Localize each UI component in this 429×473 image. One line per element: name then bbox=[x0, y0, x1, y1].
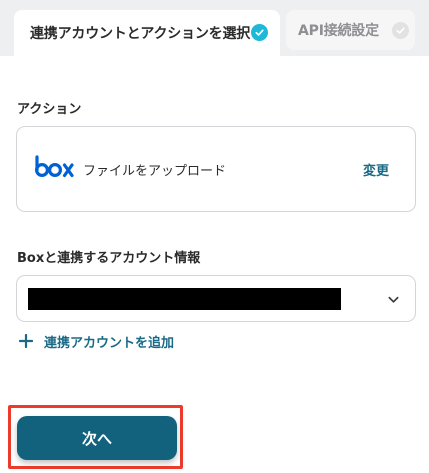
change-action-link[interactable]: 変更 bbox=[363, 160, 389, 179]
tab-api-settings[interactable]: API接続設定 bbox=[286, 10, 415, 50]
plus-icon bbox=[19, 334, 33, 348]
next-button[interactable]: 次へ bbox=[17, 416, 177, 460]
check-icon bbox=[392, 22, 409, 39]
add-account-button[interactable]: 連携アカウントを追加 bbox=[19, 332, 175, 351]
action-name: ファイルをアップロード bbox=[83, 164, 227, 179]
account-select[interactable] bbox=[16, 275, 416, 322]
account-section-label: Boxと連携するアカウント情報 bbox=[17, 251, 201, 266]
box-logo-icon bbox=[34, 155, 74, 178]
tab-select-account-action[interactable]: 連携アカウントとアクションを選択 bbox=[14, 10, 280, 56]
page: 連携アカウントとアクションを選択 API接続設定 アクション ファイルをアップロ… bbox=[0, 0, 429, 473]
tab-label: API接続設定 bbox=[298, 23, 379, 39]
action-card: ファイルをアップロード 変更 bbox=[16, 126, 416, 212]
check-icon bbox=[251, 24, 268, 41]
add-account-label: 連携アカウントを追加 bbox=[44, 335, 175, 351]
tab-strip: 連携アカウントとアクションを選択 API接続設定 bbox=[0, 0, 429, 56]
action-section-label: アクション bbox=[17, 102, 82, 117]
chevron-down-icon bbox=[388, 296, 399, 303]
redacted-account-value bbox=[28, 288, 341, 310]
tab-label: 連携アカウントとアクションを選択 bbox=[30, 26, 251, 42]
